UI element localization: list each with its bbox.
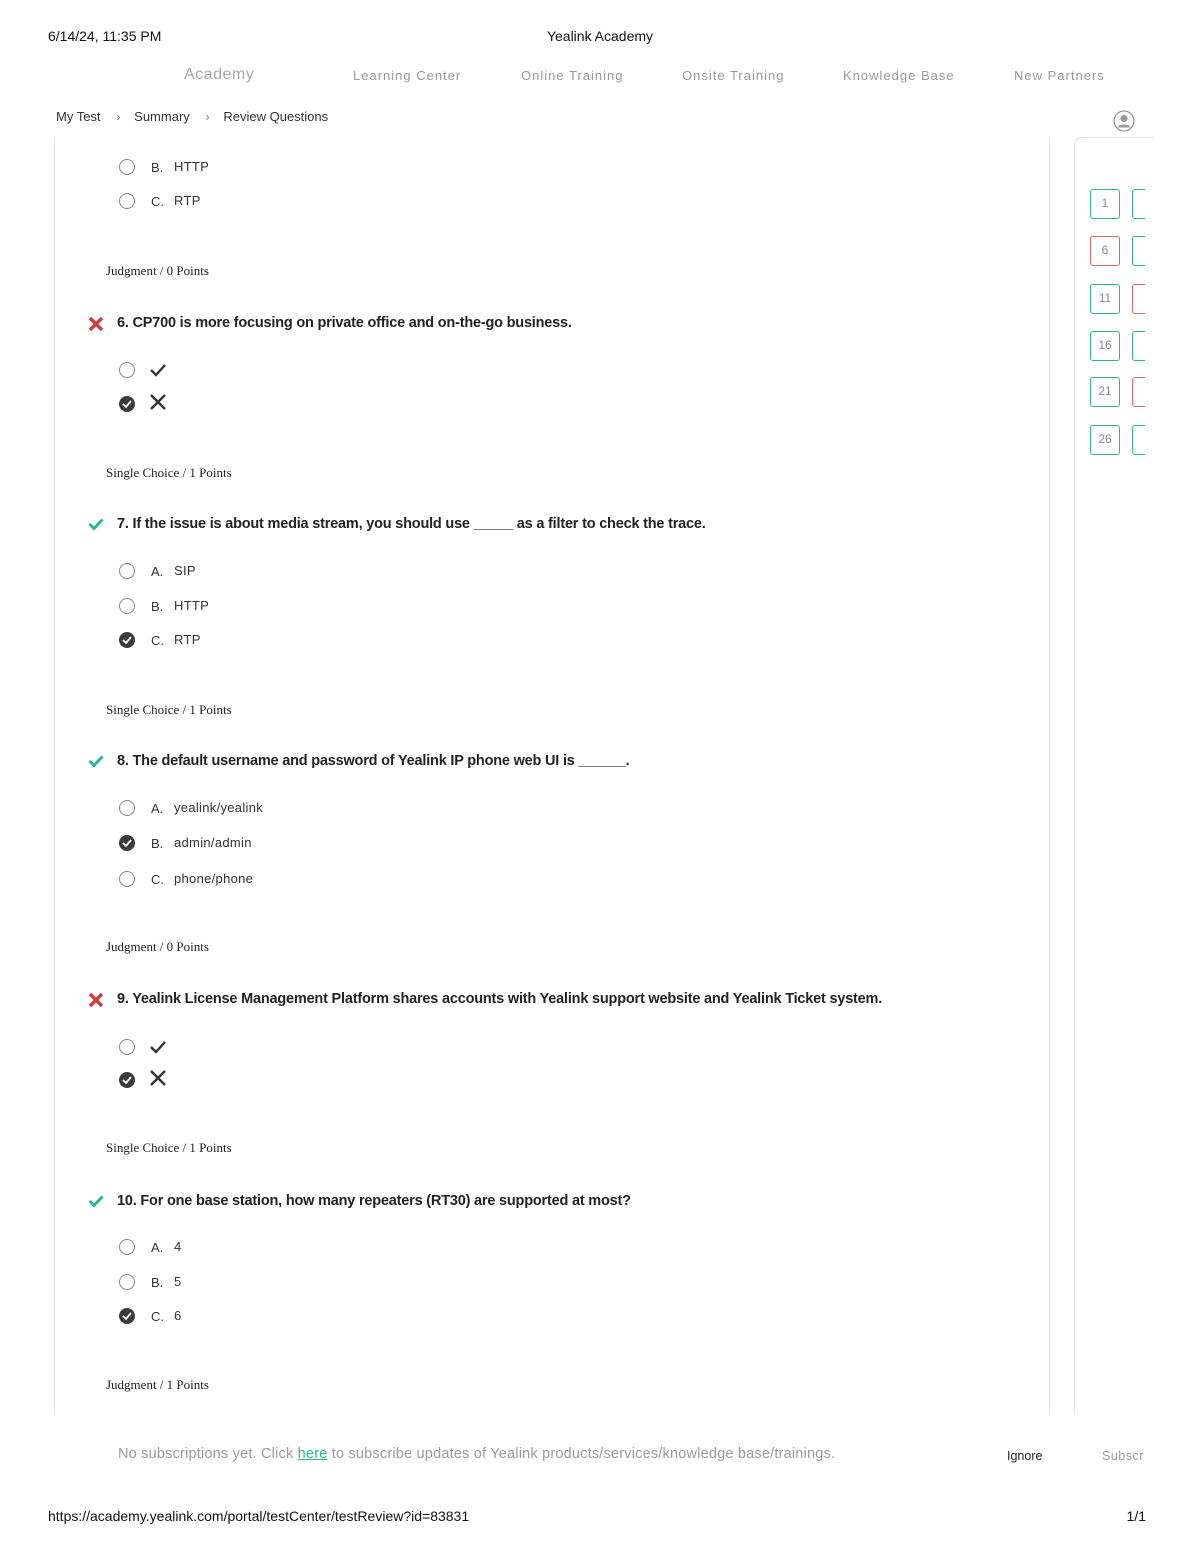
radio-icon xyxy=(119,159,135,175)
subscription-text: No subscriptions yet. Click xyxy=(118,1446,298,1462)
answer-sheet-item[interactable]: 26 xyxy=(1090,425,1120,455)
answer-sheet-item[interactable] xyxy=(1132,189,1145,219)
radio-checked-icon xyxy=(119,1308,135,1324)
question-type: Judgment / 0 Points xyxy=(106,263,209,278)
question-type: Judgment / 0 Points xyxy=(106,939,209,954)
nav-new-partners[interactable]: New Partners xyxy=(1014,68,1105,83)
option-text: SIP xyxy=(174,563,196,578)
chevron-right-icon: › xyxy=(205,109,210,125)
option-letter: A. xyxy=(151,1240,164,1255)
option-text: phone/phone xyxy=(174,871,254,886)
radio-icon xyxy=(119,871,135,887)
academy-logo[interactable]: Academy xyxy=(184,66,254,84)
nav-learning-center[interactable]: Learning Center xyxy=(353,68,461,83)
option-text: yealink/yealink xyxy=(174,800,264,815)
print-title: Yealink Academy xyxy=(546,28,654,44)
option-text: 5 xyxy=(174,1274,182,1289)
print-url: https://academy.yealink.com/portal/testC… xyxy=(48,1508,470,1524)
radio-icon xyxy=(119,1239,135,1255)
print-page-number: 1/1 xyxy=(1126,1508,1146,1524)
nav-onsite-training[interactable]: Onsite Training xyxy=(682,68,784,83)
user-avatar-icon[interactable] xyxy=(1113,110,1135,132)
question-type: Judgment / 1 Points xyxy=(106,1377,209,1392)
correct-icon xyxy=(88,753,104,769)
subscription-notice: No subscriptions yet. Click here to subs… xyxy=(118,1446,835,1462)
answer-sheet-item[interactable]: 16 xyxy=(1090,331,1120,361)
correct-icon xyxy=(88,516,104,532)
chevron-right-icon: › xyxy=(116,109,121,125)
question-title: 10. For one base station, how many repea… xyxy=(117,1193,631,1209)
answer-sheet-item[interactable] xyxy=(1132,284,1145,314)
check-icon xyxy=(148,1037,168,1060)
radio-icon xyxy=(119,800,135,816)
radio-checked-icon xyxy=(119,835,135,851)
top-nav: Academy Learning Center Online Training … xyxy=(0,66,1200,90)
option-letter: C. xyxy=(151,1309,164,1324)
option-letter: B. xyxy=(151,836,164,851)
radio-icon xyxy=(119,1274,135,1290)
answer-sheet-item[interactable]: 1 xyxy=(1090,189,1120,219)
option-letter: A. xyxy=(151,801,164,816)
breadcrumb-my-test[interactable]: My Test xyxy=(56,109,101,124)
option-text: HTTP xyxy=(174,159,210,174)
radio-checked-icon xyxy=(119,632,135,648)
question-title: 9. Yealink License Management Platform s… xyxy=(117,991,883,1007)
option-text: HTTP xyxy=(174,598,210,613)
question-type: Single Choice / 1 Points xyxy=(106,1140,232,1155)
answer-sheet-item[interactable]: 6 xyxy=(1090,236,1120,266)
radio-icon xyxy=(119,563,135,579)
answer-sheet-column-2 xyxy=(1132,180,1145,470)
option-text: RTP xyxy=(174,193,201,208)
subscribe-here-link[interactable]: here xyxy=(298,1446,328,1462)
answer-sheet-item[interactable]: 21 xyxy=(1090,377,1120,407)
radio-icon xyxy=(119,1039,135,1055)
radio-checked-icon xyxy=(119,1072,135,1088)
option-letter: B. xyxy=(151,1275,164,1290)
cross-icon xyxy=(148,1068,168,1091)
nav-online-training[interactable]: Online Training xyxy=(521,68,623,83)
subscription-text: to subscribe updates of Yealink products… xyxy=(327,1446,836,1462)
question-type: Single Choice / 1 Points xyxy=(106,465,232,480)
wrong-icon xyxy=(88,316,104,332)
option-letter: B. xyxy=(151,599,164,614)
option-text: RTP xyxy=(174,632,201,647)
option-letter: B. xyxy=(151,160,164,175)
subscribe-button[interactable]: Subscr xyxy=(1102,1449,1144,1463)
wrong-icon xyxy=(88,992,104,1008)
option-letter: C. xyxy=(151,194,164,209)
question-title: 7. If the issue is about media stream, y… xyxy=(117,516,706,532)
question-type: Single Choice / 1 Points xyxy=(106,702,232,717)
question-title: 6. CP700 is more focusing on private off… xyxy=(117,315,572,331)
option-text: 4 xyxy=(174,1239,182,1254)
breadcrumb: My Test › Summary › Review Questions xyxy=(56,108,328,124)
ignore-button[interactable]: Ignore xyxy=(1007,1449,1042,1463)
option-text: admin/admin xyxy=(174,835,252,850)
check-icon xyxy=(148,360,168,383)
option-letter: C. xyxy=(151,633,164,648)
radio-checked-icon xyxy=(119,396,135,412)
radio-icon xyxy=(119,193,135,209)
radio-icon xyxy=(119,598,135,614)
print-header: 6/14/24, 11:35 PM Yealink Academy xyxy=(48,28,1152,48)
option-text: 6 xyxy=(174,1308,182,1323)
print-footer: https://academy.yealink.com/portal/testC… xyxy=(48,1508,1146,1524)
question-title: 8. The default username and password of … xyxy=(117,753,630,769)
breadcrumb-review-questions: Review Questions xyxy=(223,109,329,125)
cross-icon xyxy=(148,392,168,415)
answer-sheet-item[interactable] xyxy=(1132,377,1145,407)
nav-knowledge-base[interactable]: Knowledge Base xyxy=(843,68,955,83)
answer-sheet-item[interactable] xyxy=(1132,236,1145,266)
option-letter: C. xyxy=(151,872,164,887)
radio-icon xyxy=(119,362,135,378)
answer-sheet-item[interactable] xyxy=(1132,425,1145,455)
breadcrumb-summary[interactable]: Summary xyxy=(134,109,190,124)
option-letter: A. xyxy=(151,564,164,579)
answer-sheet-item[interactable]: 11 xyxy=(1090,284,1120,314)
answer-sheet-item[interactable] xyxy=(1132,331,1145,361)
correct-icon xyxy=(88,1193,104,1209)
